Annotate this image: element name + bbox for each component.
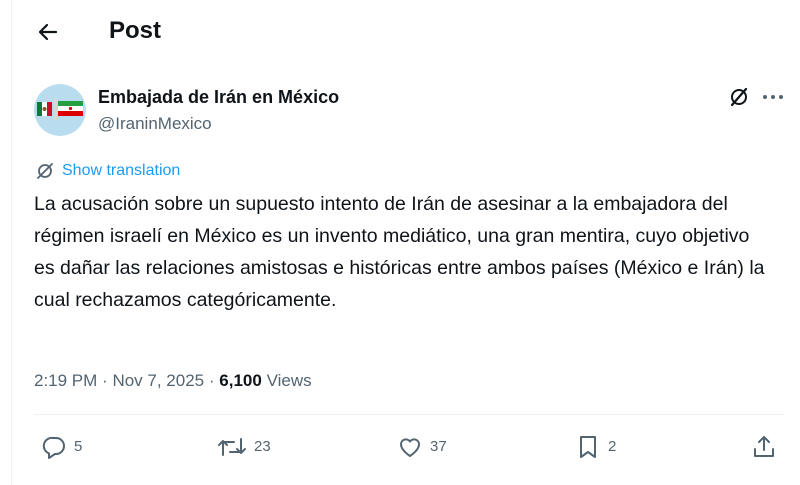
post-meta: 2:19 PM · Nov 7, 2025 · 6,100 Views xyxy=(34,369,312,393)
post-date[interactable]: Nov 7, 2025 xyxy=(112,371,204,390)
like-count: 37 xyxy=(430,438,447,455)
bookmark-count: 2 xyxy=(608,438,617,455)
reply-button[interactable]: 5 xyxy=(40,433,82,461)
meta-separator: · xyxy=(102,371,108,390)
grok-button[interactable] xyxy=(728,86,750,108)
post-time[interactable]: 2:19 PM xyxy=(34,371,97,390)
share-button[interactable] xyxy=(750,433,778,461)
arrow-left-icon xyxy=(38,23,58,41)
flags-avatar-icon xyxy=(34,84,86,136)
post-text: La acusación sobre un supuesto intento d… xyxy=(34,193,765,311)
heart-icon xyxy=(399,438,421,457)
author-name[interactable]: Embajada de Irán en México xyxy=(98,86,339,108)
more-icon xyxy=(763,95,783,99)
show-translation-link[interactable]: Show translation xyxy=(36,160,180,182)
left-border xyxy=(11,0,12,485)
views-count: 6,100 xyxy=(219,371,262,390)
share-icon xyxy=(754,436,774,457)
author-handle[interactable]: @IraninMexico xyxy=(98,113,212,135)
more-options-button[interactable] xyxy=(760,86,786,108)
reply-count: 5 xyxy=(74,438,83,455)
repost-button[interactable]: 23 xyxy=(216,433,271,461)
divider xyxy=(34,414,784,415)
like-button[interactable]: 37 xyxy=(396,433,447,461)
avatar[interactable] xyxy=(34,84,86,136)
page-title: Post xyxy=(109,17,162,44)
back-button[interactable] xyxy=(34,18,62,46)
page-header: Post xyxy=(0,0,800,62)
grok-icon xyxy=(730,87,748,107)
show-translation-label: Show translation xyxy=(62,162,181,179)
bookmark-icon xyxy=(580,436,596,458)
reply-icon xyxy=(42,436,65,459)
repost-count: 23 xyxy=(254,438,271,455)
translate-icon xyxy=(37,163,53,179)
meta-separator-2: · xyxy=(208,371,215,390)
bookmark-button[interactable]: 2 xyxy=(574,433,616,461)
views-label: Views xyxy=(266,371,312,390)
repost-icon xyxy=(218,438,246,456)
